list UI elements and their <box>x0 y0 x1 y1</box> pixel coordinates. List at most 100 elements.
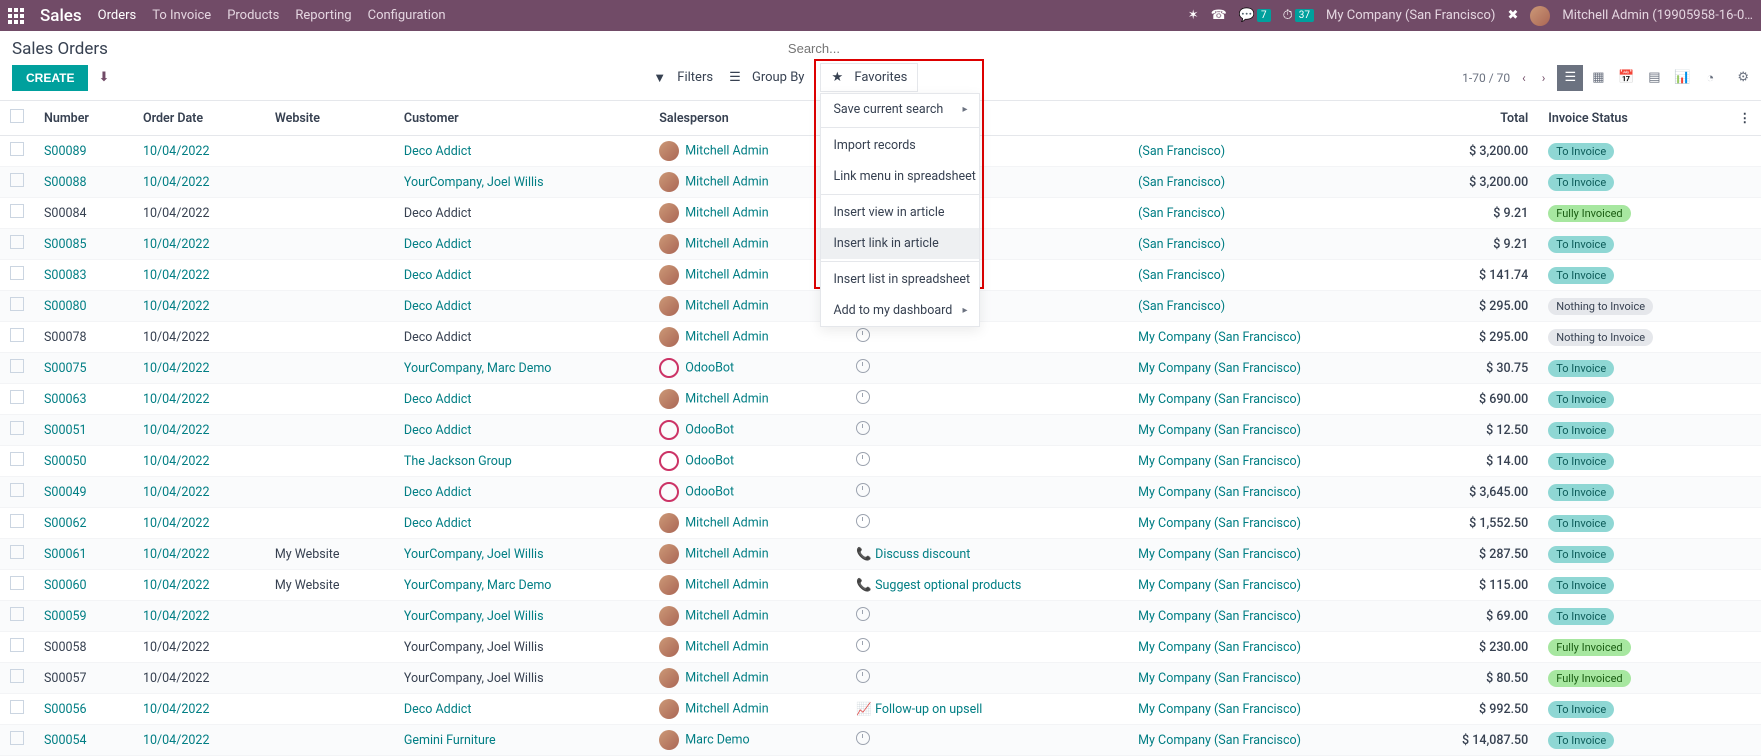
table-row[interactable]: S0007510/04/2022YourCompany, Marc DemoOd… <box>0 353 1761 384</box>
menu-save-search[interactable]: Save current search▸ <box>821 94 979 125</box>
nav-configuration[interactable]: Configuration <box>368 8 446 23</box>
view-activity[interactable]: ◔ <box>1697 65 1723 91</box>
company-cell[interactable]: My Company (San Francisco) <box>1138 609 1301 624</box>
order-number[interactable]: S00062 <box>44 516 87 531</box>
order-number[interactable]: S00078 <box>44 330 87 345</box>
optional-columns-icon[interactable]: ⚙ <box>1737 70 1749 85</box>
support-icon[interactable]: ☎ <box>1211 8 1227 23</box>
row-checkbox[interactable] <box>10 266 24 280</box>
company-cell[interactable]: My Company (San Francisco) <box>1138 640 1301 655</box>
salesperson-cell[interactable]: Mitchell Admin <box>685 515 768 530</box>
col-company[interactable] <box>1128 101 1407 136</box>
order-number[interactable]: S00061 <box>44 547 87 562</box>
activity-text[interactable]: Suggest optional products <box>875 578 1021 593</box>
salesperson-cell[interactable]: OdooBot <box>685 422 734 437</box>
salesperson-cell[interactable]: Mitchell Admin <box>685 143 768 158</box>
view-graph[interactable]: 📊 <box>1669 65 1695 91</box>
activity-text[interactable]: Follow-up on upsell <box>875 702 982 717</box>
order-number[interactable]: S00084 <box>44 206 87 221</box>
salesperson-cell[interactable]: Marc Demo <box>685 732 749 747</box>
customer-cell[interactable]: YourCompany, Joel Willis <box>404 671 544 686</box>
col-order-date[interactable]: Order Date <box>133 101 265 136</box>
table-row[interactable]: S0005010/04/2022The Jackson GroupOdooBot… <box>0 446 1761 477</box>
order-number[interactable]: S00075 <box>44 361 87 376</box>
messages-icon[interactable]: 💬7 <box>1239 8 1271 23</box>
salesperson-cell[interactable]: OdooBot <box>685 453 734 468</box>
clock-icon[interactable] <box>856 607 870 621</box>
order-number[interactable]: S00080 <box>44 299 87 314</box>
customer-cell[interactable]: Deco Addict <box>404 516 472 531</box>
chart-icon[interactable]: 📈 <box>856 702 872 717</box>
clock-icon[interactable] <box>856 390 870 404</box>
row-checkbox[interactable] <box>10 545 24 559</box>
company-cell[interactable]: My Company (San Francisco) <box>1138 578 1301 593</box>
table-row[interactable]: S0005710/04/2022YourCompany, Joel Willis… <box>0 663 1761 694</box>
customer-cell[interactable]: Deco Addict <box>404 392 472 407</box>
customer-cell[interactable]: Deco Addict <box>404 423 472 438</box>
salesperson-cell[interactable]: Mitchell Admin <box>685 546 768 561</box>
salesperson-cell[interactable]: OdooBot <box>685 360 734 375</box>
company-cell[interactable]: (San Francisco) <box>1138 175 1225 190</box>
customer-cell[interactable]: YourCompany, Joel Willis <box>404 640 544 655</box>
company-cell[interactable]: (San Francisco) <box>1138 237 1225 252</box>
salesperson-cell[interactable]: Mitchell Admin <box>685 329 768 344</box>
user-avatar[interactable] <box>1530 6 1550 26</box>
row-checkbox[interactable] <box>10 638 24 652</box>
view-list[interactable]: ☰ <box>1557 65 1583 91</box>
view-pivot[interactable]: ▤ <box>1641 65 1667 91</box>
customer-cell[interactable]: Deco Addict <box>404 299 472 314</box>
order-number[interactable]: S00085 <box>44 237 87 252</box>
company-cell[interactable]: My Company (San Francisco) <box>1138 423 1301 438</box>
salesperson-cell[interactable]: Mitchell Admin <box>685 236 768 251</box>
customer-cell[interactable]: YourCompany, Marc Demo <box>404 578 552 593</box>
filters-button[interactable]: ▼ Filters <box>653 70 713 86</box>
company-cell[interactable]: My Company (San Francisco) <box>1138 702 1301 717</box>
company-cell[interactable]: (San Francisco) <box>1138 268 1225 283</box>
company-cell[interactable]: My Company (San Francisco) <box>1138 392 1301 407</box>
company-cell[interactable]: My Company (San Francisco) <box>1138 671 1301 686</box>
col-website[interactable]: Website <box>265 101 394 136</box>
row-checkbox[interactable] <box>10 669 24 683</box>
row-checkbox[interactable] <box>10 700 24 714</box>
order-number[interactable]: S00049 <box>44 485 87 500</box>
clock-icon[interactable] <box>856 514 870 528</box>
salesperson-cell[interactable]: Mitchell Admin <box>685 608 768 623</box>
row-checkbox[interactable] <box>10 328 24 342</box>
company-cell[interactable]: My Company (San Francisco) <box>1138 733 1301 748</box>
customer-cell[interactable]: Deco Addict <box>404 237 472 252</box>
nav-products[interactable]: Products <box>227 8 279 23</box>
download-icon[interactable]: ⬇ <box>98 70 109 85</box>
pager-prev[interactable]: ‹ <box>1518 69 1530 87</box>
company-cell[interactable]: My Company (San Francisco) <box>1138 547 1301 562</box>
company-cell[interactable]: (San Francisco) <box>1138 206 1225 221</box>
col-salesperson[interactable]: Salesperson <box>649 101 846 136</box>
group-by-button[interactable]: ☰ Group By <box>729 70 804 85</box>
row-checkbox[interactable] <box>10 421 24 435</box>
order-number[interactable]: S00089 <box>44 144 87 159</box>
clock-icon[interactable] <box>856 452 870 466</box>
order-number[interactable]: S00063 <box>44 392 87 407</box>
customer-cell[interactable]: Deco Addict <box>404 702 472 717</box>
company-cell[interactable]: My Company (San Francisco) <box>1138 516 1301 531</box>
nav-reporting[interactable]: Reporting <box>295 8 351 23</box>
clock-icon[interactable] <box>856 421 870 435</box>
salesperson-cell[interactable]: Mitchell Admin <box>685 267 768 282</box>
search-input[interactable] <box>788 41 1749 56</box>
salesperson-cell[interactable]: OdooBot <box>685 484 734 499</box>
order-number[interactable]: S00056 <box>44 702 87 717</box>
row-checkbox[interactable] <box>10 204 24 218</box>
salesperson-cell[interactable]: Mitchell Admin <box>685 701 768 716</box>
company-cell[interactable]: (San Francisco) <box>1138 299 1225 314</box>
row-checkbox[interactable] <box>10 173 24 187</box>
customer-cell[interactable]: YourCompany, Joel Willis <box>404 609 544 624</box>
company-cell[interactable]: My Company (San Francisco) <box>1138 485 1301 500</box>
customer-cell[interactable]: YourCompany, Joel Willis <box>404 547 544 562</box>
row-checkbox[interactable] <box>10 483 24 497</box>
company-cell[interactable]: (San Francisco) <box>1138 144 1225 159</box>
customer-cell[interactable]: The Jackson Group <box>404 454 512 469</box>
salesperson-cell[interactable]: Mitchell Admin <box>685 670 768 685</box>
menu-import-records[interactable]: Import records <box>821 130 979 161</box>
table-row[interactable]: S0006210/04/2022Deco AddictMitchell Admi… <box>0 508 1761 539</box>
salesperson-cell[interactable]: Mitchell Admin <box>685 205 768 220</box>
order-number[interactable]: S00058 <box>44 640 87 655</box>
